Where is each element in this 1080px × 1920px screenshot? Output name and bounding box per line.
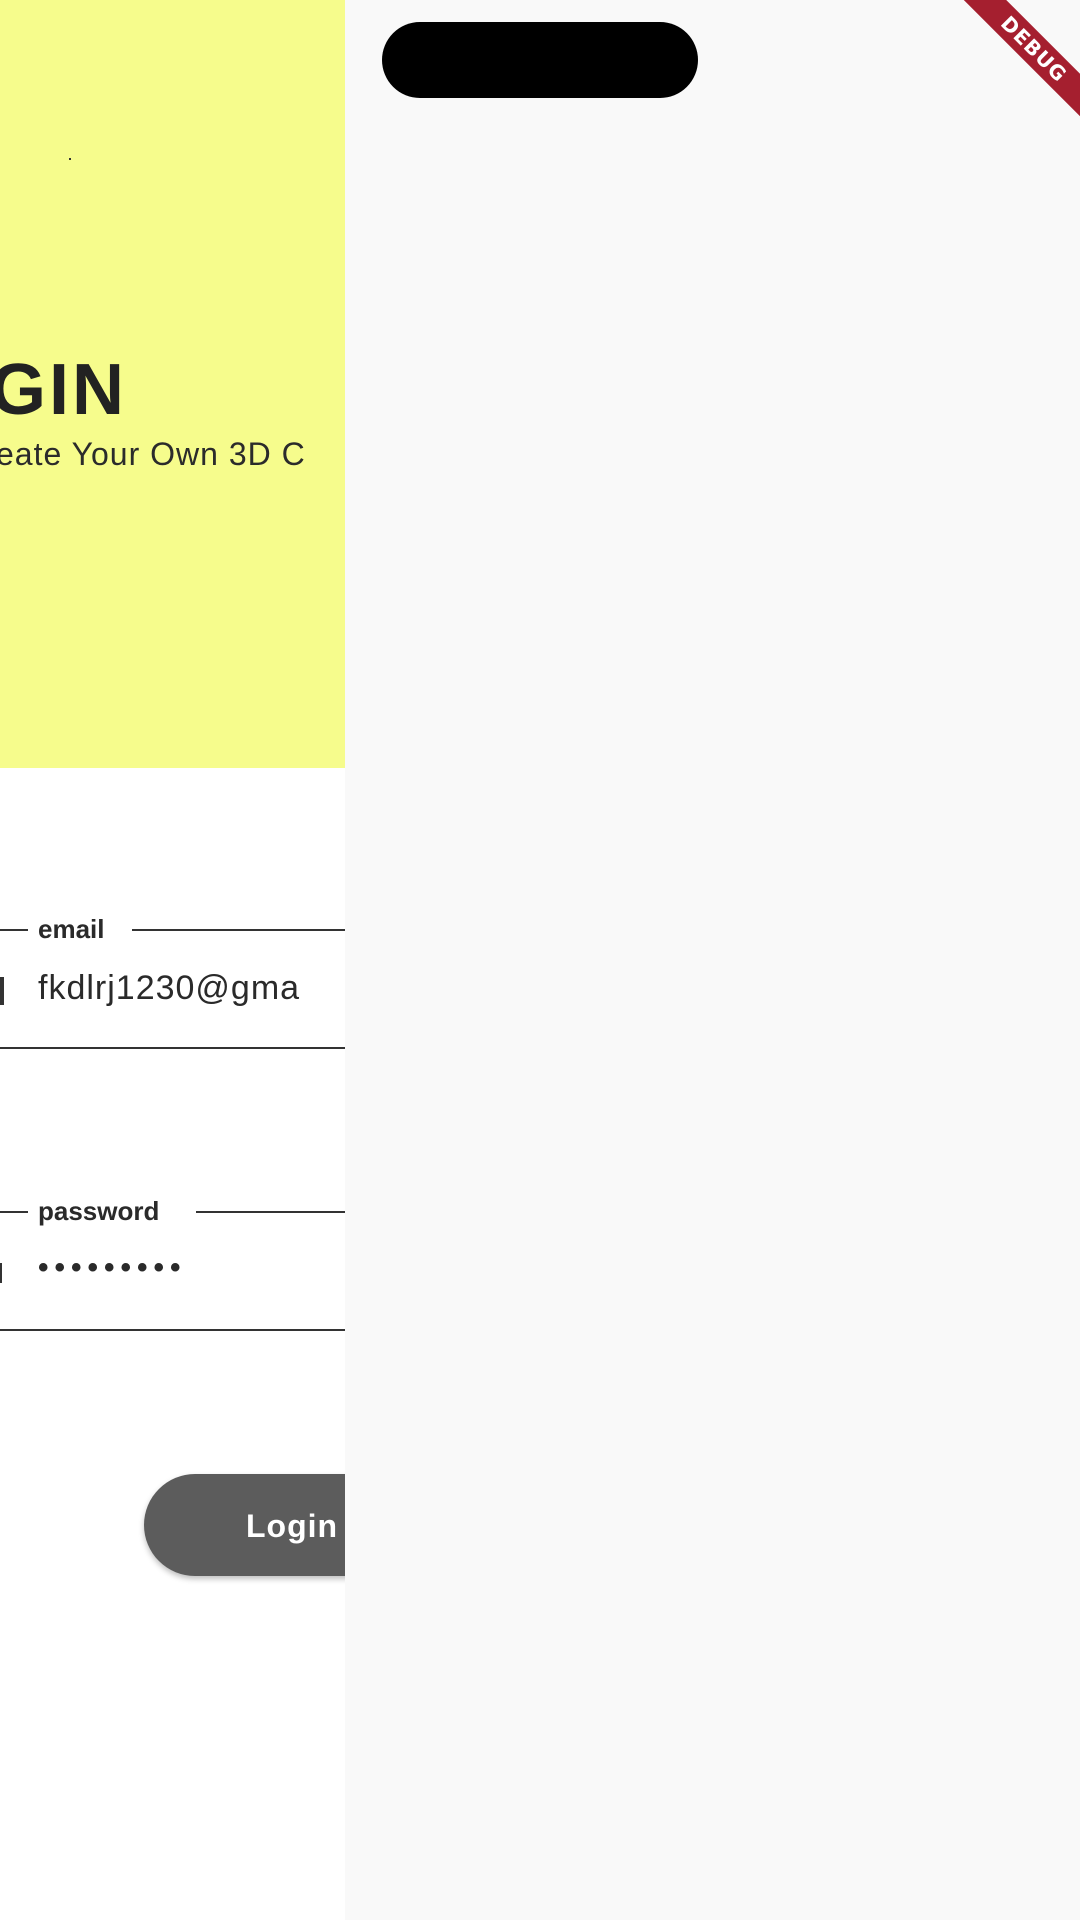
email-field-outline-left [0,929,28,931]
password-field-outline-right [196,1211,345,1213]
page-title: GIN [0,350,128,430]
camera-cutout [382,22,698,98]
password-field[interactable]: password ••••••••• [0,1197,345,1331]
debug-banner: DEBUG [945,0,1080,138]
hero-dot [69,158,71,160]
lock-icon [0,1263,2,1283]
email-field-outline-right [132,929,345,931]
password-field-outline-left [0,1211,28,1213]
email-input[interactable]: fkdlrj1230@gma [38,969,300,1008]
email-field-label: email [38,914,105,944]
email-icon [0,977,4,1005]
password-input[interactable]: ••••••••• [38,1251,187,1285]
password-field-label: password [38,1196,160,1226]
hero-banner: GIN eate Your Own 3D C [0,0,345,768]
password-field-underline [0,1329,345,1331]
page-subtitle: eate Your Own 3D C [0,436,306,472]
email-field[interactable]: email fkdlrj1230@gma [0,915,345,1049]
login-button[interactable]: Login [144,1474,345,1576]
login-panel: GIN eate Your Own 3D C email fkdlrj1230@… [0,0,345,1920]
email-field-underline [0,1047,345,1049]
